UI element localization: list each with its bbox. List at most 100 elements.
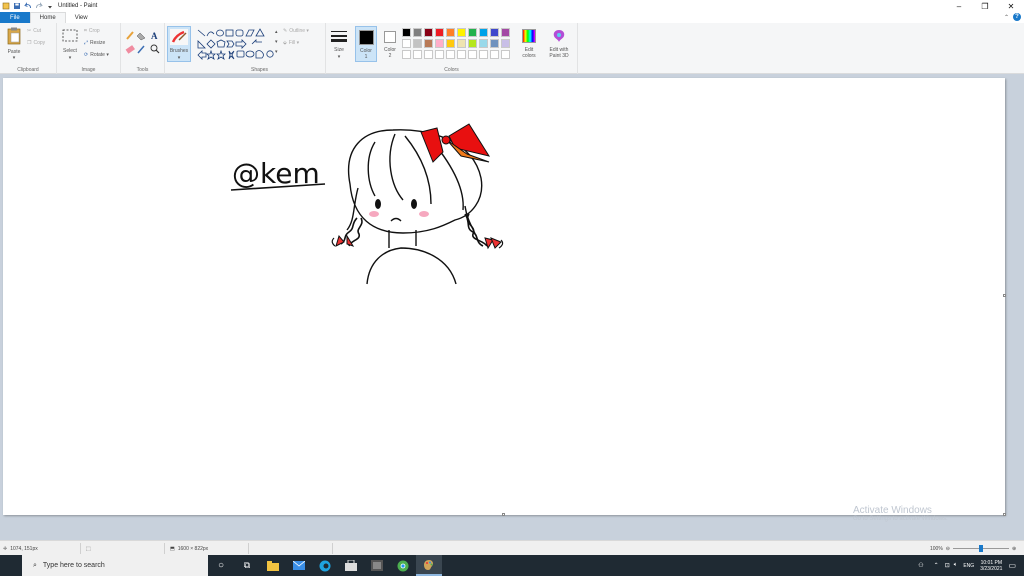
close-button[interactable]: ✕ bbox=[998, 0, 1024, 12]
cortana-button[interactable]: ○ bbox=[208, 555, 234, 576]
color-swatch[interactable] bbox=[435, 28, 444, 37]
custom-color-slot[interactable] bbox=[468, 50, 477, 59]
fill-bucket-icon[interactable] bbox=[136, 32, 146, 41]
eraser-icon[interactable] bbox=[125, 45, 135, 54]
collapse-ribbon-icon[interactable]: ⌃ bbox=[1004, 14, 1009, 21]
color-swatch[interactable] bbox=[479, 28, 488, 37]
taskbar-search[interactable]: ⌕ Type here to search bbox=[22, 555, 208, 576]
zoom-slider-thumb[interactable] bbox=[979, 545, 983, 552]
color2-button[interactable]: Color 2 bbox=[379, 26, 401, 62]
text-icon[interactable]: A bbox=[151, 31, 158, 41]
color-swatch[interactable] bbox=[424, 28, 433, 37]
customize-toolbar-icon[interactable] bbox=[46, 2, 54, 10]
canvas-resize-handle-bottom[interactable] bbox=[502, 513, 505, 516]
color-swatch[interactable] bbox=[490, 39, 499, 48]
people-icon[interactable]: ⚇ bbox=[918, 562, 923, 569]
file-explorer-button[interactable] bbox=[260, 555, 286, 576]
edit-colors-button[interactable]: Edit colors bbox=[518, 27, 540, 63]
edit-with-paint3d-button[interactable]: Edit with Paint 3D bbox=[544, 27, 574, 63]
paste-button[interactable]: Paste ▾ bbox=[4, 26, 24, 62]
pencil-icon[interactable] bbox=[126, 31, 134, 40]
color-picker-icon[interactable] bbox=[137, 45, 145, 54]
redo-icon[interactable] bbox=[35, 2, 43, 10]
color-swatch[interactable] bbox=[413, 39, 422, 48]
custom-color-slot[interactable] bbox=[446, 50, 455, 59]
brushes-button[interactable]: Brushes ▾ bbox=[167, 26, 191, 62]
canvas-resize-handle-right[interactable] bbox=[1003, 294, 1006, 297]
magnifier-icon[interactable] bbox=[150, 44, 160, 54]
drawing-canvas[interactable]: @kem bbox=[3, 78, 1005, 515]
color-swatch[interactable] bbox=[402, 39, 411, 48]
outline-button[interactable]: ✎ Outline ▾ bbox=[283, 28, 309, 34]
rotate-button[interactable]: ⟳ Rotate ▾ bbox=[84, 52, 109, 58]
custom-color-slot[interactable] bbox=[479, 50, 488, 59]
tab-view[interactable]: View bbox=[66, 12, 97, 23]
minimize-button[interactable]: – bbox=[946, 0, 972, 12]
color-swatch[interactable] bbox=[457, 28, 466, 37]
language-indicator[interactable]: ENG bbox=[963, 563, 974, 569]
rotate-label: Rotate ▾ bbox=[90, 52, 109, 58]
paste-dropdown-icon: ▾ bbox=[12, 55, 16, 61]
save-icon[interactable] bbox=[13, 2, 21, 10]
color-swatch[interactable] bbox=[424, 39, 433, 48]
custom-color-slot[interactable] bbox=[435, 50, 444, 59]
show-hidden-icons[interactable]: ⌃ bbox=[934, 562, 939, 569]
maximize-button[interactable]: ❐ bbox=[972, 0, 998, 12]
clock[interactable]: 10:01 PM 3/23/2021 bbox=[980, 560, 1002, 572]
color-swatch[interactable] bbox=[435, 39, 444, 48]
app-button[interactable] bbox=[364, 555, 390, 576]
custom-color-slot[interactable] bbox=[457, 50, 466, 59]
color-swatch[interactable] bbox=[446, 28, 455, 37]
network-icon[interactable]: ⊡ bbox=[945, 562, 950, 569]
cursor-position: ✛ 1074, 151px bbox=[3, 541, 38, 556]
canvas-area[interactable]: @kem bbox=[0, 75, 1024, 540]
mail-button[interactable] bbox=[286, 555, 312, 576]
select-button[interactable]: Select ▾ bbox=[61, 27, 79, 63]
start-button[interactable] bbox=[0, 555, 22, 576]
resize-button[interactable]: ⤢ Resize bbox=[84, 40, 105, 46]
app-icon bbox=[371, 560, 383, 571]
fill-button[interactable]: ⬙ Fill ▾ bbox=[283, 40, 299, 46]
zoom-in-button[interactable]: ⊕ bbox=[1012, 546, 1016, 552]
color1-button[interactable]: Color 1 bbox=[355, 26, 377, 62]
help-icon[interactable]: ? bbox=[1013, 13, 1021, 21]
edge-button[interactable] bbox=[312, 555, 338, 576]
zoom-level: 100% bbox=[930, 545, 943, 552]
undo-icon[interactable] bbox=[24, 2, 32, 10]
size-button[interactable]: Size ▾ bbox=[328, 27, 350, 63]
copy-button[interactable]: ❐ Copy bbox=[27, 40, 45, 46]
tab-home[interactable]: Home bbox=[29, 12, 66, 23]
cut-button[interactable]: ✂ Cut bbox=[27, 28, 41, 34]
chrome-button[interactable] bbox=[390, 555, 416, 576]
color-swatch[interactable] bbox=[402, 28, 411, 37]
zoom-slider[interactable] bbox=[953, 545, 1009, 552]
hair-bow bbox=[420, 123, 491, 163]
tab-file[interactable]: File bbox=[0, 12, 30, 23]
color-swatch[interactable] bbox=[446, 39, 455, 48]
crop-button[interactable]: ⌗ Crop bbox=[84, 28, 100, 34]
task-view-button[interactable]: ⧉ bbox=[234, 555, 260, 576]
paint-taskbar-button[interactable] bbox=[416, 555, 442, 576]
character-eyes bbox=[375, 199, 417, 209]
color-swatch[interactable] bbox=[479, 39, 488, 48]
custom-color-slot[interactable] bbox=[501, 50, 510, 59]
color-swatch[interactable] bbox=[501, 39, 510, 48]
color-swatch[interactable] bbox=[501, 28, 510, 37]
color-swatch[interactable] bbox=[457, 39, 466, 48]
custom-color-slot[interactable] bbox=[490, 50, 499, 59]
notifications-icon[interactable]: ▭ bbox=[1008, 561, 1016, 570]
color-palette[interactable] bbox=[402, 28, 522, 62]
shapes-gallery[interactable] bbox=[196, 28, 282, 60]
zoom-out-button[interactable]: ⊖ bbox=[946, 546, 950, 552]
custom-color-slot[interactable] bbox=[424, 50, 433, 59]
canvas-resize-handle-corner[interactable] bbox=[1003, 513, 1006, 516]
volume-icon[interactable]: 🔈︎ bbox=[954, 562, 958, 569]
color-swatch[interactable] bbox=[490, 28, 499, 37]
store-button[interactable] bbox=[338, 555, 364, 576]
custom-color-slot[interactable] bbox=[402, 50, 411, 59]
custom-color-slot[interactable] bbox=[413, 50, 422, 59]
color-swatch[interactable] bbox=[468, 28, 477, 37]
color-swatch[interactable] bbox=[413, 28, 422, 37]
color-swatch[interactable] bbox=[468, 39, 477, 48]
shapes-scroll[interactable]: ▴ ▾ ▾ bbox=[275, 27, 278, 57]
